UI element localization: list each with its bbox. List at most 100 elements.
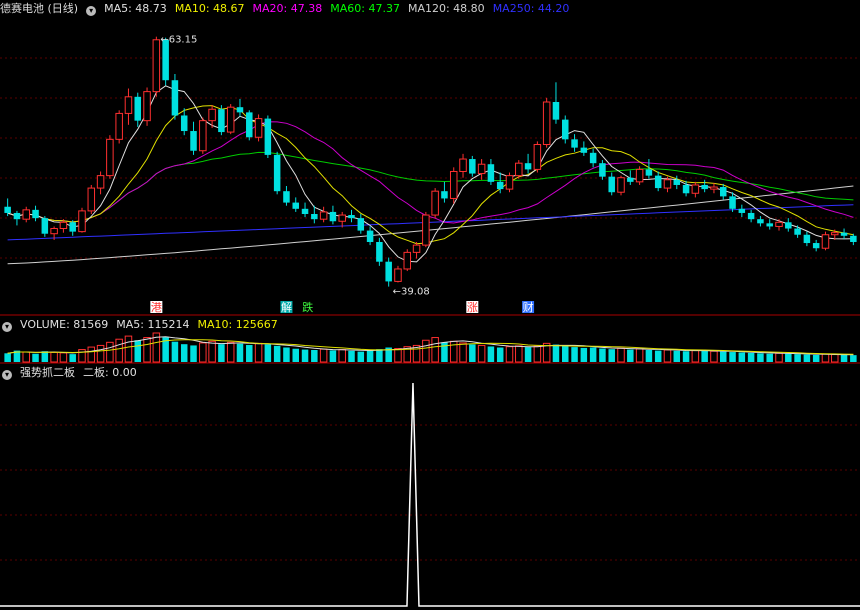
- volume-bar: [357, 351, 365, 362]
- volume-bar: [348, 350, 355, 362]
- candle-body: [218, 109, 225, 133]
- candle-body: [701, 184, 708, 190]
- volume-bar: [691, 349, 700, 363]
- event-marker-label: 涨: [467, 301, 478, 314]
- volume-bar: [199, 342, 207, 363]
- candle-body: [627, 177, 634, 182]
- candle-body: [190, 131, 197, 151]
- candle-body: [766, 223, 773, 227]
- candle-body: [738, 208, 746, 213]
- candle-body: [13, 212, 21, 220]
- candle-body: [162, 39, 169, 81]
- candle-body: [319, 211, 328, 220]
- volume-bar: [171, 341, 179, 362]
- volume-bar: [515, 345, 523, 363]
- candle-body: [505, 175, 514, 190]
- volume-bar: [821, 353, 830, 363]
- volume-bar: [376, 349, 383, 362]
- volume-bar: [338, 349, 346, 363]
- volume-bar: [226, 341, 235, 363]
- volume-bar: [505, 346, 514, 363]
- candle-body: [562, 119, 569, 140]
- volume-bar: [134, 340, 142, 362]
- volume-bar: [627, 349, 634, 362]
- volume-bar: [552, 344, 560, 362]
- volume-bar: [682, 351, 690, 362]
- volume-bar: [571, 347, 578, 362]
- volume-bar: [710, 350, 718, 363]
- candle-body: [691, 184, 700, 194]
- volume-bar: [747, 352, 755, 362]
- candle-body: [496, 181, 504, 190]
- candle-body: [292, 202, 299, 209]
- volume-bar: [264, 344, 272, 362]
- volume-bar: [283, 347, 290, 362]
- ma5-line: [7, 85, 854, 263]
- ma250-line: [7, 204, 854, 241]
- event-marker-label: 解: [281, 300, 292, 314]
- volume-bar: [766, 353, 773, 362]
- volume-ma5-line: [7, 336, 854, 356]
- volume-ma10-line: [7, 339, 854, 355]
- candle-body: [311, 214, 318, 220]
- candle-body: [412, 244, 421, 253]
- kline-chart[interactable]: ←63.15 ←39.08 港 解跌 涨 财: [0, 0, 860, 610]
- candle-body: [719, 187, 727, 197]
- volume-bar: [645, 349, 653, 362]
- candle-body: [22, 209, 30, 220]
- volume-bar: [459, 342, 467, 363]
- candle-body: [654, 175, 662, 189]
- candle-body: [459, 158, 467, 172]
- volume-bar: [496, 347, 504, 362]
- volume-bar: [785, 353, 792, 362]
- volume-bar: [180, 344, 188, 362]
- candle-body: [552, 102, 560, 120]
- candle-body: [487, 164, 495, 182]
- candle-body: [441, 191, 448, 199]
- candle-body: [803, 234, 811, 244]
- candle-body: [515, 162, 523, 177]
- volume-bar: [477, 344, 486, 363]
- candle-body: [571, 139, 578, 148]
- candle-body: [134, 96, 142, 121]
- candle-body: [533, 144, 542, 170]
- candle-body: [96, 175, 105, 189]
- volume-bar: [524, 347, 532, 362]
- candle-body: [273, 154, 281, 192]
- candle-body: [422, 214, 430, 246]
- candle-body: [329, 211, 337, 222]
- volume-bar: [850, 355, 857, 362]
- candle-body: [254, 118, 263, 138]
- volume-bar: [32, 353, 39, 362]
- volume-bar: [840, 354, 848, 362]
- volume-bar: [654, 350, 662, 362]
- candle-body: [729, 196, 736, 209]
- ma60-line: [7, 151, 854, 223]
- volume-bar: [301, 349, 309, 362]
- volume-bar: [246, 345, 253, 362]
- volume-bar: [4, 353, 11, 362]
- candle-body: [599, 163, 606, 177]
- ma10-line: [7, 105, 854, 245]
- candle-body: [385, 261, 392, 282]
- candle-body: [41, 218, 49, 234]
- candle-body: [542, 101, 551, 146]
- candle-body: [199, 120, 207, 152]
- volume-bar: [190, 345, 197, 362]
- candle-body: [469, 159, 476, 174]
- candle-body: [580, 147, 588, 153]
- volume-bar: [831, 354, 839, 363]
- volume-bar: [311, 349, 318, 362]
- candle-body: [449, 170, 458, 199]
- candle-body: [403, 251, 412, 270]
- ma20-line: [7, 121, 854, 224]
- candle-body: [357, 218, 365, 231]
- candle-body: [394, 268, 402, 282]
- volume-bar: [319, 348, 328, 363]
- candle-body: [283, 191, 290, 203]
- candle-body: [171, 80, 179, 116]
- volume-bar: [562, 345, 569, 362]
- candle-body: [775, 221, 783, 227]
- volume-bar: [701, 350, 708, 362]
- candle-body: [663, 179, 672, 189]
